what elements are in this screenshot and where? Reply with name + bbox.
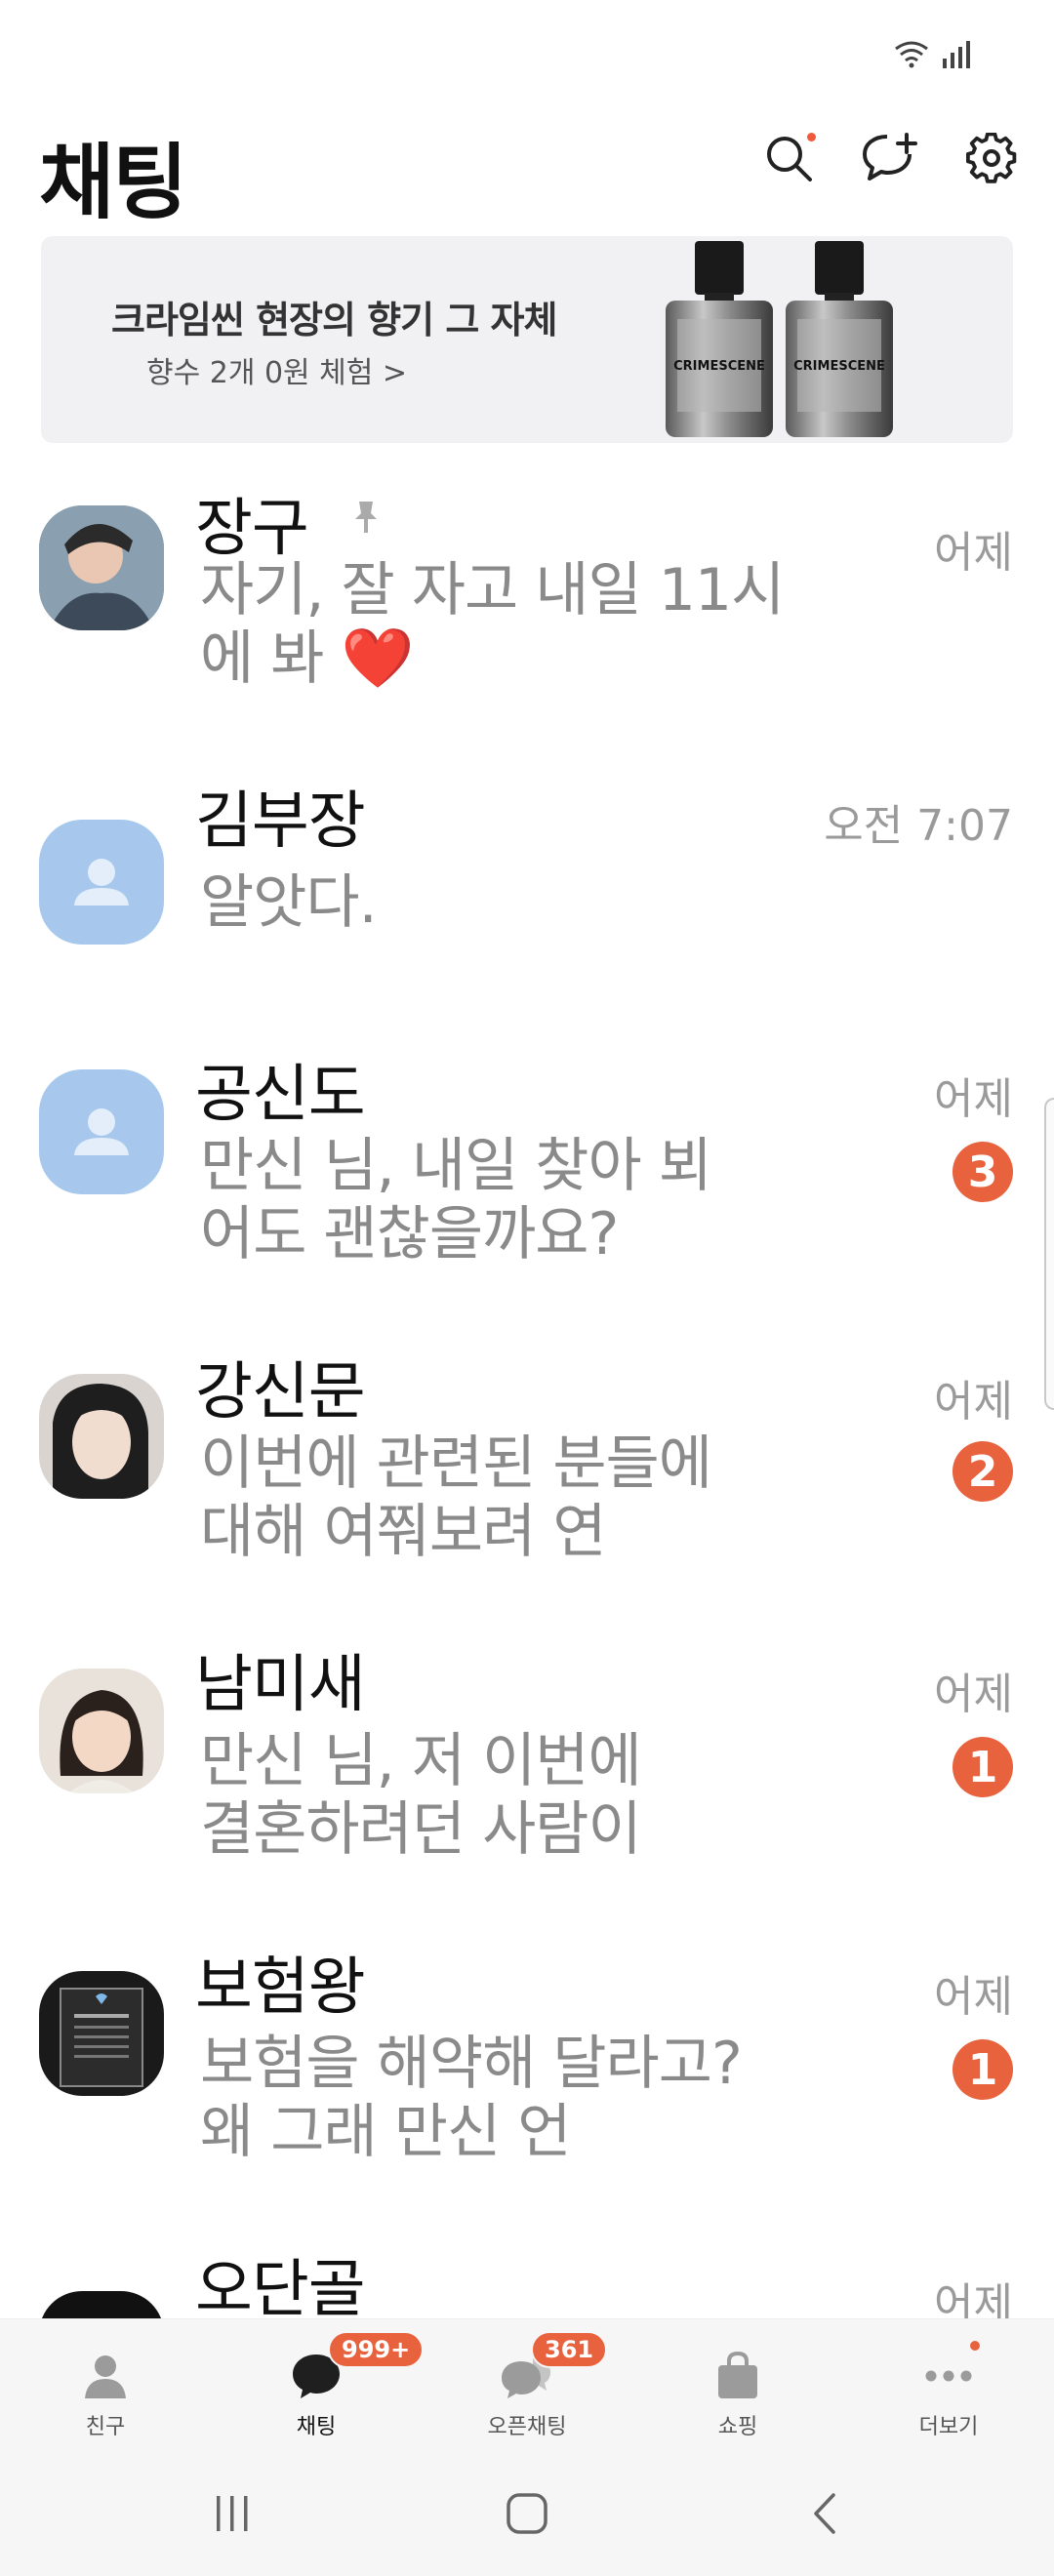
chat-time: 어제 <box>934 1972 1013 2022</box>
avatar <box>39 1069 164 1194</box>
unread-badge: 3 <box>953 1142 1013 1202</box>
chat-row[interactable]: 남미새 만신 님, 저 이번에 결혼하려던 사람이 어제 1 <box>0 1620 1054 1922</box>
bottle-label-left: CRIMESCENE <box>673 359 765 374</box>
pin-icon <box>351 500 381 539</box>
search-button[interactable] <box>759 131 818 189</box>
chat-row[interactable]: 공신도 만신 님, 내일 찾아 뵈어도 괜찮을까요? 어제 3 <box>0 1015 1054 1317</box>
chat-message: 만신 님, 저 이번에 결혼하려던 사람이 <box>200 1727 642 1864</box>
tab-label: 오픈채팅 <box>487 2415 567 2439</box>
home-icon <box>505 2491 549 2540</box>
signal-icon <box>941 39 974 68</box>
ad-subtitle: 향수 2개 0원 체험 > <box>146 356 408 390</box>
unread-badge: 1 <box>953 2039 1013 2100</box>
chat-time: 어제 <box>934 1670 1013 1719</box>
tab-friends[interactable]: 친구 <box>0 2319 211 2455</box>
chat-name: 공신도 <box>195 1059 366 1131</box>
home-button[interactable] <box>488 2484 566 2547</box>
tab-shopping[interactable]: 쇼핑 <box>632 2319 843 2455</box>
recent-apps-button[interactable] <box>193 2484 271 2547</box>
avatar <box>39 505 164 630</box>
tab-label: 친구 <box>85 2415 126 2439</box>
chat-name: 장구 <box>195 493 309 565</box>
chat-message: 만신 님, 내일 찾아 뵈어도 괜찮을까요? <box>200 1132 712 1268</box>
chat-time: 어제 <box>934 528 1013 578</box>
gear-icon <box>966 132 1017 187</box>
new-dot <box>807 133 816 141</box>
chat-time: 어제 <box>934 1377 1013 1427</box>
tab-chats[interactable]: 채팅 999+ <box>211 2319 425 2455</box>
chat-list: 장구 자기, 잘 자고 내일 11시에 봐 ❤️ 어제 김부장 알앗다. 오전 … <box>0 459 1054 2318</box>
chat-row[interactable]: 오단골 어제 <box>0 2225 1054 2318</box>
new-chat-button[interactable] <box>861 131 919 189</box>
chat-message: 보험을 해약해 달라고? 왜 그래 만신 언 <box>200 2030 743 2166</box>
avatar <box>39 1971 164 2096</box>
new-dot <box>970 2341 980 2351</box>
perfume-bottles-image: CRIMESCENE CRIMESCENE <box>656 236 949 443</box>
shopping-bag-icon <box>709 2349 767 2403</box>
chat-name: 강신문 <box>195 1356 366 1429</box>
recent-apps-icon <box>211 2492 254 2539</box>
tab-more[interactable]: 더보기 <box>843 2319 1054 2455</box>
chat-name: 김부장 <box>195 785 366 858</box>
avatar <box>39 1669 164 1793</box>
bottom-tab-bar: 친구 채팅 999+ 오픈채팅 361 쇼핑 더보기 <box>0 2318 1054 2455</box>
ad-title: 크라임씬 현장의 향기 그 자체 <box>111 299 557 342</box>
unread-badge: 2 <box>953 1441 1013 1502</box>
settings-button[interactable] <box>962 131 1021 189</box>
bottle-label-right: CRIMESCENE <box>793 359 885 374</box>
tab-label: 채팅 <box>296 2415 337 2439</box>
chat-message: 자기, 잘 자고 내일 11시에 봐 ❤️ <box>200 556 785 693</box>
more-dots-icon <box>919 2349 978 2403</box>
back-button[interactable] <box>787 2484 865 2547</box>
chat-row[interactable]: 보험왕 보험을 해약해 달라고? 왜 그래 만신 언 어제 1 <box>0 1922 1054 2225</box>
tab-label: 쇼핑 <box>717 2415 758 2439</box>
unread-badge: 1 <box>953 1737 1013 1797</box>
chat-row[interactable]: 강신문 이번에 관련된 분들에 대해 여쭤보려 연 어제 2 <box>0 1317 1054 1620</box>
chat-message: 이번에 관련된 분들에 대해 여쭤보려 연 <box>200 1429 712 1566</box>
avatar <box>39 2291 164 2318</box>
tab-label: 더보기 <box>918 2415 979 2439</box>
chat-time: 어제 <box>934 2279 1013 2318</box>
tab-badge: 999+ <box>328 2331 425 2368</box>
status-bar <box>0 0 1054 98</box>
search-icon <box>763 133 814 187</box>
wifi-icon <box>892 39 931 68</box>
scroll-handle[interactable] <box>1044 1098 1054 1410</box>
chat-name: 오단골 <box>195 2254 366 2318</box>
system-nav-bar <box>0 2455 1054 2576</box>
chat-time: 어제 <box>934 1074 1013 1124</box>
header: 채팅 <box>0 107 1054 230</box>
status-icons <box>892 39 974 68</box>
chat-plus-icon <box>862 133 918 187</box>
chat-row[interactable]: 장구 자기, 잘 자고 내일 11시에 봐 ❤️ 어제 <box>0 459 1054 751</box>
chat-name: 보험왕 <box>195 1952 366 2024</box>
back-icon <box>806 2491 845 2540</box>
tab-badge: 361 <box>531 2331 608 2368</box>
chat-row[interactable]: 김부장 알앗다. 오전 7:07 <box>0 751 1054 1015</box>
chat-message: 알앗다. <box>200 868 378 937</box>
avatar <box>39 820 164 945</box>
default-profile-icon <box>74 859 129 906</box>
page-title: 채팅 <box>39 135 188 230</box>
default-profile-icon <box>74 1108 129 1155</box>
chat-time: 오전 7:07 <box>824 801 1013 851</box>
chat-name: 남미새 <box>195 1649 366 1721</box>
person-icon <box>76 2349 135 2403</box>
ad-banner[interactable]: 크라임씬 현장의 향기 그 자체 향수 2개 0원 체험 > CRIMESCEN… <box>41 236 1013 443</box>
header-actions <box>759 131 1021 189</box>
avatar <box>39 1374 164 1499</box>
tab-open-chat[interactable]: 오픈채팅 361 <box>422 2319 632 2455</box>
